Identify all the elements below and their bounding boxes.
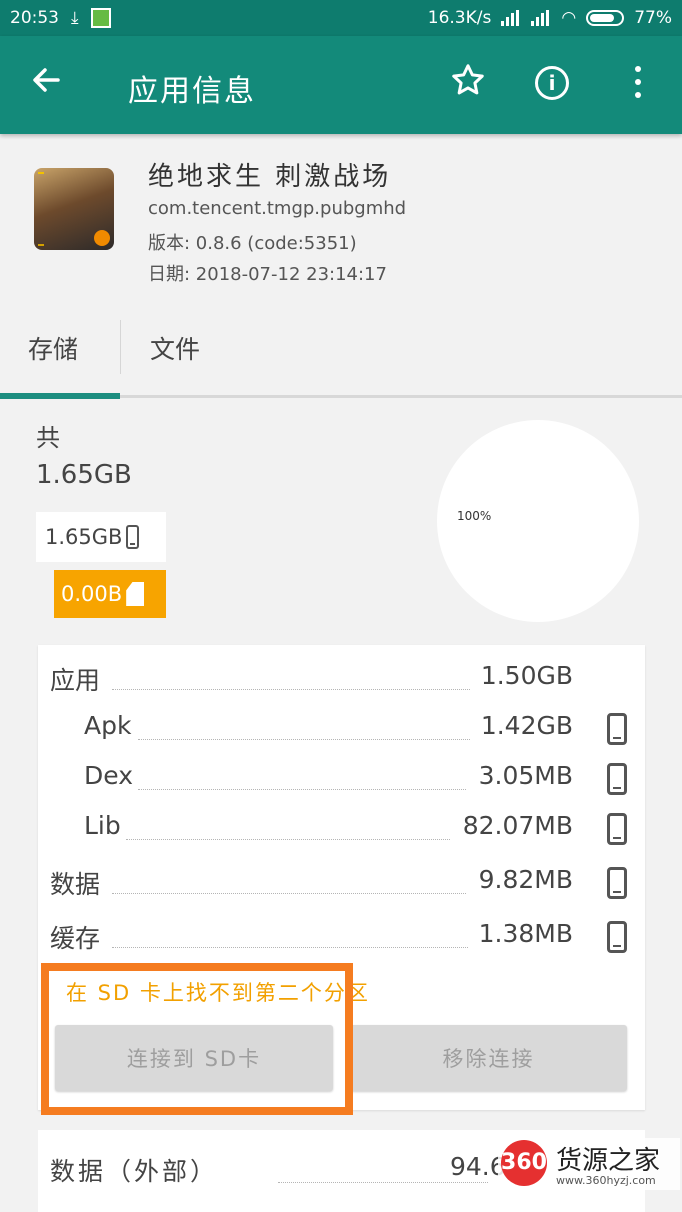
detail-row-dex: Dex 3.05MB	[38, 759, 645, 799]
total-label: 共	[36, 424, 60, 452]
app-toolbar: 应用信息 i	[0, 36, 682, 134]
status-bar: 20:53 ⤓ 16.3K/s ◠ 77%	[0, 0, 682, 36]
internal-storage-chip: 1.65GB	[36, 512, 166, 562]
highlight-box	[41, 963, 353, 1115]
tab-indicator	[0, 393, 120, 399]
external-data-label: 数据（外部）	[50, 1157, 219, 1186]
status-time: 20:53	[10, 8, 59, 28]
phone-icon	[607, 813, 627, 845]
sd-card-icon	[126, 582, 145, 606]
sd-size: 0.00B	[61, 582, 123, 606]
detail-row-lib: Lib 82.07MB	[38, 809, 645, 849]
phone-icon	[607, 867, 627, 899]
detail-row-apk: Apk 1.42GB	[38, 709, 645, 749]
app-icon	[34, 168, 114, 250]
total-size: 1.65GB	[36, 460, 132, 490]
phone-icon	[126, 525, 140, 549]
watermark-url: www.360hyzj.com	[556, 1174, 656, 1187]
network-speed: 16.3K/s	[427, 8, 492, 28]
tab-divider	[120, 320, 121, 374]
signal-icon-2	[531, 10, 551, 26]
signal-icon	[501, 10, 521, 26]
phone-icon	[607, 713, 627, 745]
watermark: 360 货源之家 www.360hyzj.com	[498, 1138, 680, 1190]
app-package: com.tencent.tmgp.pubgmhd	[148, 198, 407, 219]
more-vert-icon[interactable]	[628, 66, 648, 105]
detail-row-app: 应用 1.50GB	[50, 661, 573, 695]
battery-icon	[586, 10, 625, 26]
app-date: 日期: 2018-07-12 23:14:17	[148, 264, 387, 285]
sd-storage-chip: 0.00B	[54, 570, 166, 618]
app-version: 版本: 0.8.6 (code:5351)	[148, 233, 357, 254]
internal-size: 1.65GB	[45, 525, 123, 549]
phone-icon	[607, 921, 627, 953]
arrow-left-icon[interactable]	[30, 64, 62, 105]
watermark-logo: 360	[501, 1140, 547, 1186]
app-name: 绝地求生 刺激战场	[148, 162, 392, 192]
star-outline-icon[interactable]	[450, 62, 486, 107]
tab-storage[interactable]: 存储	[28, 330, 78, 366]
download-icon: ⤓	[71, 8, 79, 28]
info-circle-icon[interactable]: i	[535, 66, 569, 100]
battery-saver-icon	[90, 8, 111, 28]
battery-percent: 77%	[634, 8, 672, 28]
detail-row-cache: 缓存 1.38MB	[38, 917, 645, 957]
remove-link-button[interactable]: 移除连接	[350, 1025, 627, 1091]
watermark-brand: 货源之家	[556, 1146, 661, 1176]
detail-row-data: 数据 9.82MB	[38, 863, 645, 903]
phone-icon	[607, 763, 627, 795]
page-title: 应用信息	[128, 74, 256, 109]
tab-files[interactable]: 文件	[150, 330, 200, 366]
pie-percent-label: 100%	[457, 509, 492, 523]
wifi-icon: ◠	[561, 8, 577, 28]
